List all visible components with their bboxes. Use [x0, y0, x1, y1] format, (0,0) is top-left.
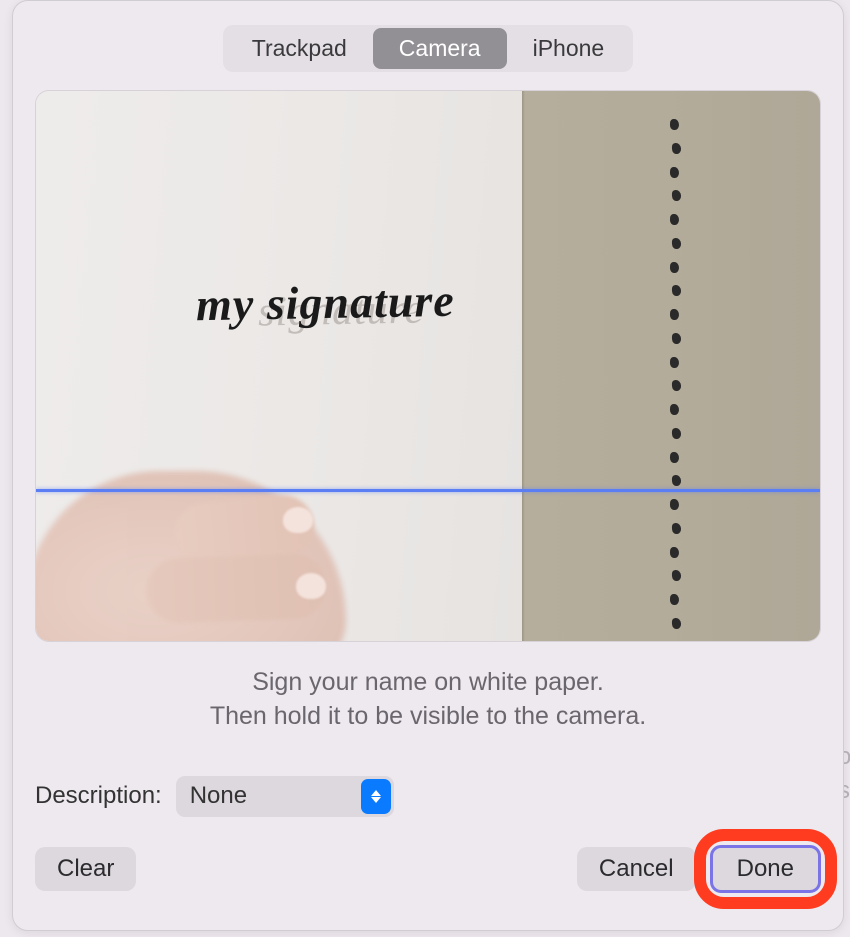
- camera-preview: signature my signature: [35, 90, 821, 642]
- clear-button[interactable]: Clear: [35, 847, 136, 891]
- dialog-button-row: Clear Cancel Done: [35, 845, 821, 893]
- tab-iphone[interactable]: iPhone: [507, 28, 631, 69]
- paper-edge: [522, 91, 525, 641]
- camera-preview-image: signature my signature: [36, 91, 820, 641]
- cancel-button[interactable]: Cancel: [577, 847, 696, 891]
- updown-arrows-icon: [361, 779, 391, 814]
- instructions-text: Sign your name on white paper. Then hold…: [35, 666, 821, 734]
- done-button-highlight-wrap: Done: [710, 845, 821, 893]
- tab-trackpad[interactable]: Trackpad: [226, 28, 373, 69]
- description-label: Description:: [35, 782, 162, 810]
- signature-capture-dialog: Trackpad Camera iPhone signature my sign…: [12, 0, 844, 931]
- tab-group: Trackpad Camera iPhone: [223, 25, 633, 72]
- done-button[interactable]: Done: [710, 845, 821, 893]
- description-select[interactable]: None: [176, 776, 394, 817]
- scan-baseline: [36, 489, 820, 492]
- instructions-line-2: Then hold it to be visible to the camera…: [35, 700, 821, 734]
- capture-mode-tabs: Trackpad Camera iPhone: [35, 25, 821, 72]
- spiral-binding: [665, 119, 685, 629]
- description-select-value: None: [190, 782, 247, 810]
- handwritten-signature: my signature: [196, 274, 456, 332]
- instructions-line-1: Sign your name on white paper.: [35, 666, 821, 700]
- description-row: Description: None: [35, 776, 821, 817]
- fingernail: [283, 507, 313, 533]
- tab-camera[interactable]: Camera: [373, 28, 507, 69]
- fingernail: [296, 573, 326, 599]
